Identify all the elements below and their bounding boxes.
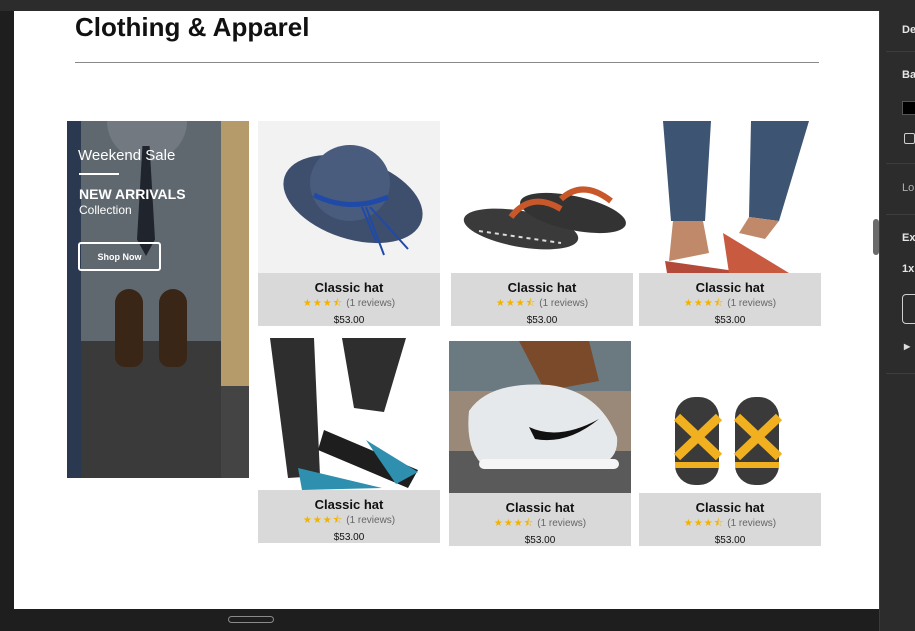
panel-label-ba: Ba (902, 69, 915, 81)
banner-shoe-left-image (115, 289, 143, 367)
product-name[interactable]: Classic hat (451, 280, 633, 295)
banner-underline (79, 173, 119, 175)
product-info: Classic hat ★★★⯪ (1 reviews) $53.00 (258, 273, 440, 326)
banner-sale-text: Weekend Sale (78, 147, 176, 164)
product-image-sneaker[interactable] (449, 341, 631, 493)
properties-panel: De Ba Lo Ex 1x ▶ (879, 11, 915, 631)
product-image-sandals[interactable] (639, 341, 821, 493)
canvas-left-gutter (0, 11, 14, 609)
panel-divider (886, 373, 915, 374)
product-info: Classic hat ★★★⯪ (1 reviews) $53.00 (449, 493, 631, 546)
banner-subline: Collection (79, 203, 132, 217)
product-price: $53.00 (714, 535, 746, 546)
product-rating: ★★★⯪ (1 reviews) (451, 296, 633, 313)
panel-divider (886, 214, 915, 215)
panel-label-ex: Ex (902, 232, 915, 244)
product-rating: ★★★⯪ (1 reviews) (449, 516, 631, 533)
panel-divider (886, 163, 915, 164)
product-price: $53.00 (714, 315, 746, 326)
product-info: Classic hat ★★★⯪ (1 reviews) $53.00 (639, 493, 821, 546)
rating-stars-icon: ★★★⯪ (493, 518, 535, 529)
product-card[interactable]: Classic hat ★★★⯪ (1 reviews) $53.00 (449, 341, 631, 546)
product-name[interactable]: Classic hat (639, 500, 821, 515)
review-count: (1 reviews) (537, 518, 587, 529)
product-rating: ★★★⯪ (1 reviews) (639, 516, 821, 533)
product-name[interactable]: Classic hat (258, 280, 440, 295)
review-count: (1 reviews) (346, 515, 396, 526)
banner-coat-image (221, 121, 249, 386)
product-info: Classic hat ★★★⯪ (1 reviews) $53.00 (258, 490, 440, 543)
bottom-bar (0, 609, 879, 631)
banner-shoe-right-image (159, 289, 187, 367)
review-count: (1 reviews) (346, 298, 396, 309)
product-card[interactable]: Classic hat ★★★⯪ (1 reviews) $53.00 (639, 121, 821, 326)
sneaker-image (449, 341, 631, 493)
product-image-slipons[interactable] (639, 121, 821, 273)
color-swatch[interactable] (902, 101, 915, 115)
product-image-flipflops[interactable] (451, 121, 633, 273)
product-card[interactable]: Classic hat ★★★⯪ (1 reviews) $53.00 (258, 338, 440, 544)
product-info: Classic hat ★★★⯪ (1 reviews) $53.00 (639, 273, 821, 326)
flipflop-image (463, 186, 626, 250)
product-card[interactable]: Classic hat ★★★⯪ (1 reviews) $53.00 (258, 121, 440, 326)
product-name[interactable]: Classic hat (258, 497, 440, 512)
product-image-slides[interactable] (258, 338, 440, 490)
product-name[interactable]: Classic hat (639, 280, 821, 295)
review-count: (1 reviews) (727, 518, 777, 529)
review-count: (1 reviews) (727, 298, 777, 309)
shop-now-button[interactable]: Shop Now (78, 242, 161, 271)
product-info: Classic hat ★★★⯪ (1 reviews) $53.00 (451, 273, 633, 326)
product-name[interactable]: Classic hat (449, 500, 631, 515)
review-count: (1 reviews) (539, 298, 589, 309)
panel-label-1x[interactable]: 1x (902, 263, 914, 275)
page-title: Clothing & Apparel (75, 12, 310, 42)
slides-image (270, 338, 418, 490)
panel-divider (886, 51, 915, 52)
panel-checkbox[interactable] (904, 133, 915, 144)
product-price: $53.00 (333, 315, 365, 326)
product-rating: ★★★⯪ (1 reviews) (258, 296, 440, 313)
product-card[interactable]: Classic hat ★★★⯪ (1 reviews) $53.00 (639, 341, 821, 546)
product-price: $53.00 (526, 315, 558, 326)
horizontal-scroll-handle[interactable] (228, 616, 274, 623)
panel-input-box[interactable] (902, 294, 915, 324)
product-price: $53.00 (333, 532, 365, 543)
product-image-hat[interactable] (258, 121, 440, 273)
rating-stars-icon: ★★★⯪ (302, 515, 344, 526)
rating-stars-icon: ★★★⯪ (683, 298, 725, 309)
expand-caret-icon[interactable]: ▶ (904, 342, 910, 351)
rating-stars-icon: ★★★⯪ (495, 298, 537, 309)
page-canvas: Clothing & Apparel Weekend Sale NEW ARRI… (14, 11, 879, 609)
sandals-image (673, 397, 783, 485)
panel-label-de: De (902, 24, 915, 36)
product-rating: ★★★⯪ (1 reviews) (639, 296, 821, 313)
hat-image (283, 145, 423, 256)
rating-stars-icon: ★★★⯪ (302, 298, 344, 309)
promo-banner[interactable]: Weekend Sale NEW ARRIVALS Collection Sho… (67, 121, 249, 478)
product-card[interactable]: Classic hat ★★★⯪ (1 reviews) $53.00 (451, 121, 633, 326)
banner-headline: NEW ARRIVALS (79, 186, 186, 202)
panel-label-lo: Lo (902, 182, 915, 194)
slipon-image (663, 121, 809, 273)
product-price: $53.00 (524, 535, 556, 546)
title-divider (75, 62, 819, 63)
product-rating: ★★★⯪ (1 reviews) (258, 513, 440, 530)
rating-stars-icon: ★★★⯪ (683, 518, 725, 529)
top-bar (0, 0, 915, 11)
